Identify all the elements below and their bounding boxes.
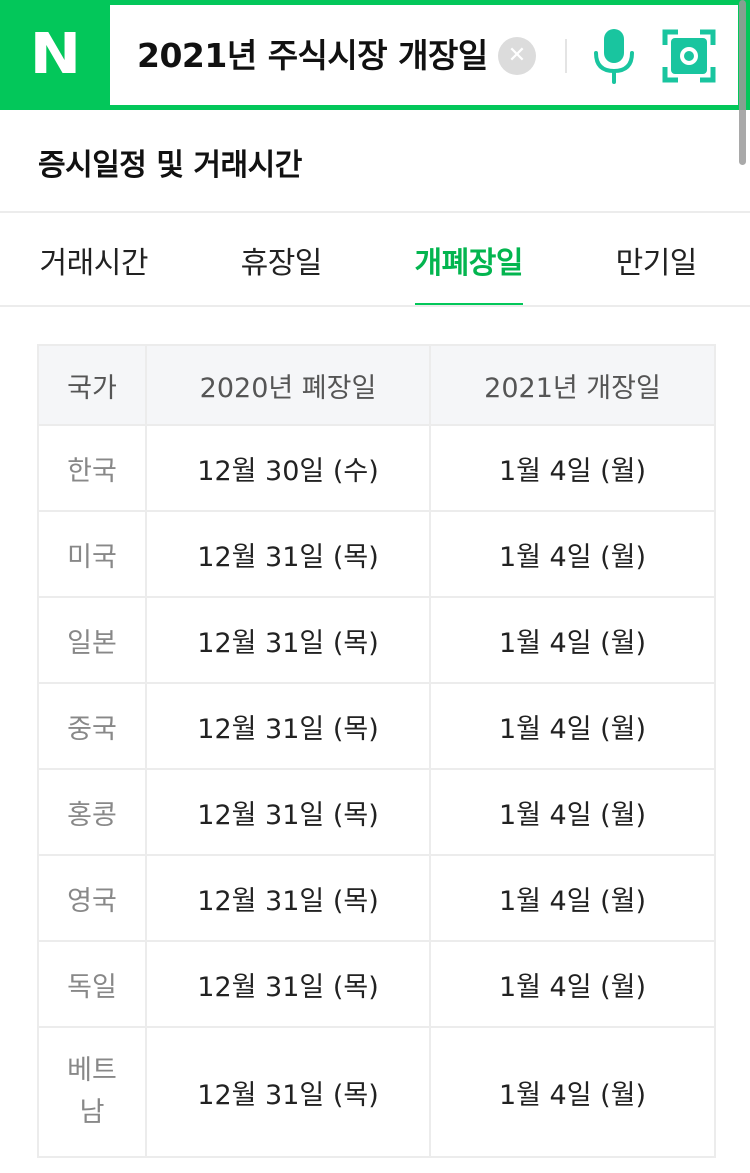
tab-open-close-dates[interactable]: 개폐장일 xyxy=(375,213,563,306)
header-2020-close: 2020년 폐장일 xyxy=(145,344,431,426)
open-date-cell: 1월 4일 (월) xyxy=(429,682,716,770)
close-date-cell: 12월 31일 (목) xyxy=(145,854,431,942)
tab-bar: 거래시간 휴장일 개폐장일 만기일 xyxy=(0,213,750,306)
close-icon[interactable]: ✕ xyxy=(498,37,536,75)
close-date-cell: 12월 30일 (수) xyxy=(145,424,431,512)
country-cell: 베트남 xyxy=(37,1026,147,1158)
table-row: 홍콩 12월 31일 (목) 1월 4일 (월) xyxy=(37,768,716,856)
search-header: N 2021년 주식시장 개장일 ✕ xyxy=(0,0,750,110)
close-date-cell: 12월 31일 (목) xyxy=(145,1026,431,1158)
header-2021-open: 2021년 개장일 xyxy=(429,344,716,426)
open-date-cell: 1월 4일 (월) xyxy=(429,940,716,1028)
header-country: 국가 xyxy=(37,344,147,426)
close-date-cell: 12월 31일 (목) xyxy=(145,768,431,856)
search-input[interactable]: 2021년 주식시장 개장일 xyxy=(137,33,497,79)
close-date-cell: 12월 31일 (목) xyxy=(145,682,431,770)
country-cell: 일본 xyxy=(37,596,147,684)
country-cell: 영국 xyxy=(37,854,147,942)
close-date-cell: 12월 31일 (목) xyxy=(145,510,431,598)
microphone-icon[interactable] xyxy=(590,27,638,85)
table-row: 독일 12월 31일 (목) 1월 4일 (월) xyxy=(37,940,716,1028)
country-cell: 한국 xyxy=(37,424,147,512)
divider xyxy=(0,305,750,307)
tab-expiration[interactable]: 만기일 xyxy=(563,213,750,306)
tab-holidays[interactable]: 휴장일 xyxy=(188,213,376,306)
market-dates-table: 국가 2020년 폐장일 2021년 개장일 한국 12월 30일 (수) 1월… xyxy=(37,344,716,1158)
open-date-cell: 1월 4일 (월) xyxy=(429,510,716,598)
table-row: 영국 12월 31일 (목) 1월 4일 (월) xyxy=(37,854,716,942)
country-cell: 독일 xyxy=(37,940,147,1028)
country-cell: 중국 xyxy=(37,682,147,770)
table-row: 한국 12월 30일 (수) 1월 4일 (월) xyxy=(37,424,716,512)
country-cell: 미국 xyxy=(37,510,147,598)
country-label: 베트남 xyxy=(67,1055,117,1128)
tab-trading-hours[interactable]: 거래시간 xyxy=(0,213,188,306)
search-box: 2021년 주식시장 개장일 ✕ xyxy=(110,5,738,105)
country-cell: 홍콩 xyxy=(37,768,147,856)
divider xyxy=(565,39,567,73)
table-header-row: 국가 2020년 폐장일 2021년 개장일 xyxy=(37,344,716,426)
camera-lens-icon[interactable] xyxy=(662,29,716,83)
table-row: 중국 12월 31일 (목) 1월 4일 (월) xyxy=(37,682,716,770)
logo-letter: N xyxy=(29,22,81,87)
open-date-cell: 1월 4일 (월) xyxy=(429,768,716,856)
table-row: 미국 12월 31일 (목) 1월 4일 (월) xyxy=(37,510,716,598)
section-title: 증시일정 및 거래시간 xyxy=(38,148,302,183)
scrollbar[interactable] xyxy=(739,0,746,165)
close-date-cell: 12월 31일 (목) xyxy=(145,940,431,1028)
close-date-cell: 12월 31일 (목) xyxy=(145,596,431,684)
open-date-cell: 1월 4일 (월) xyxy=(429,424,716,512)
naver-logo[interactable]: N xyxy=(0,0,110,110)
open-date-cell: 1월 4일 (월) xyxy=(429,854,716,942)
open-date-cell: 1월 4일 (월) xyxy=(429,596,716,684)
table-row: 베트남 12월 31일 (목) 1월 4일 (월) xyxy=(37,1026,716,1158)
open-date-cell: 1월 4일 (월) xyxy=(429,1026,716,1158)
table-row: 일본 12월 31일 (목) 1월 4일 (월) xyxy=(37,596,716,684)
